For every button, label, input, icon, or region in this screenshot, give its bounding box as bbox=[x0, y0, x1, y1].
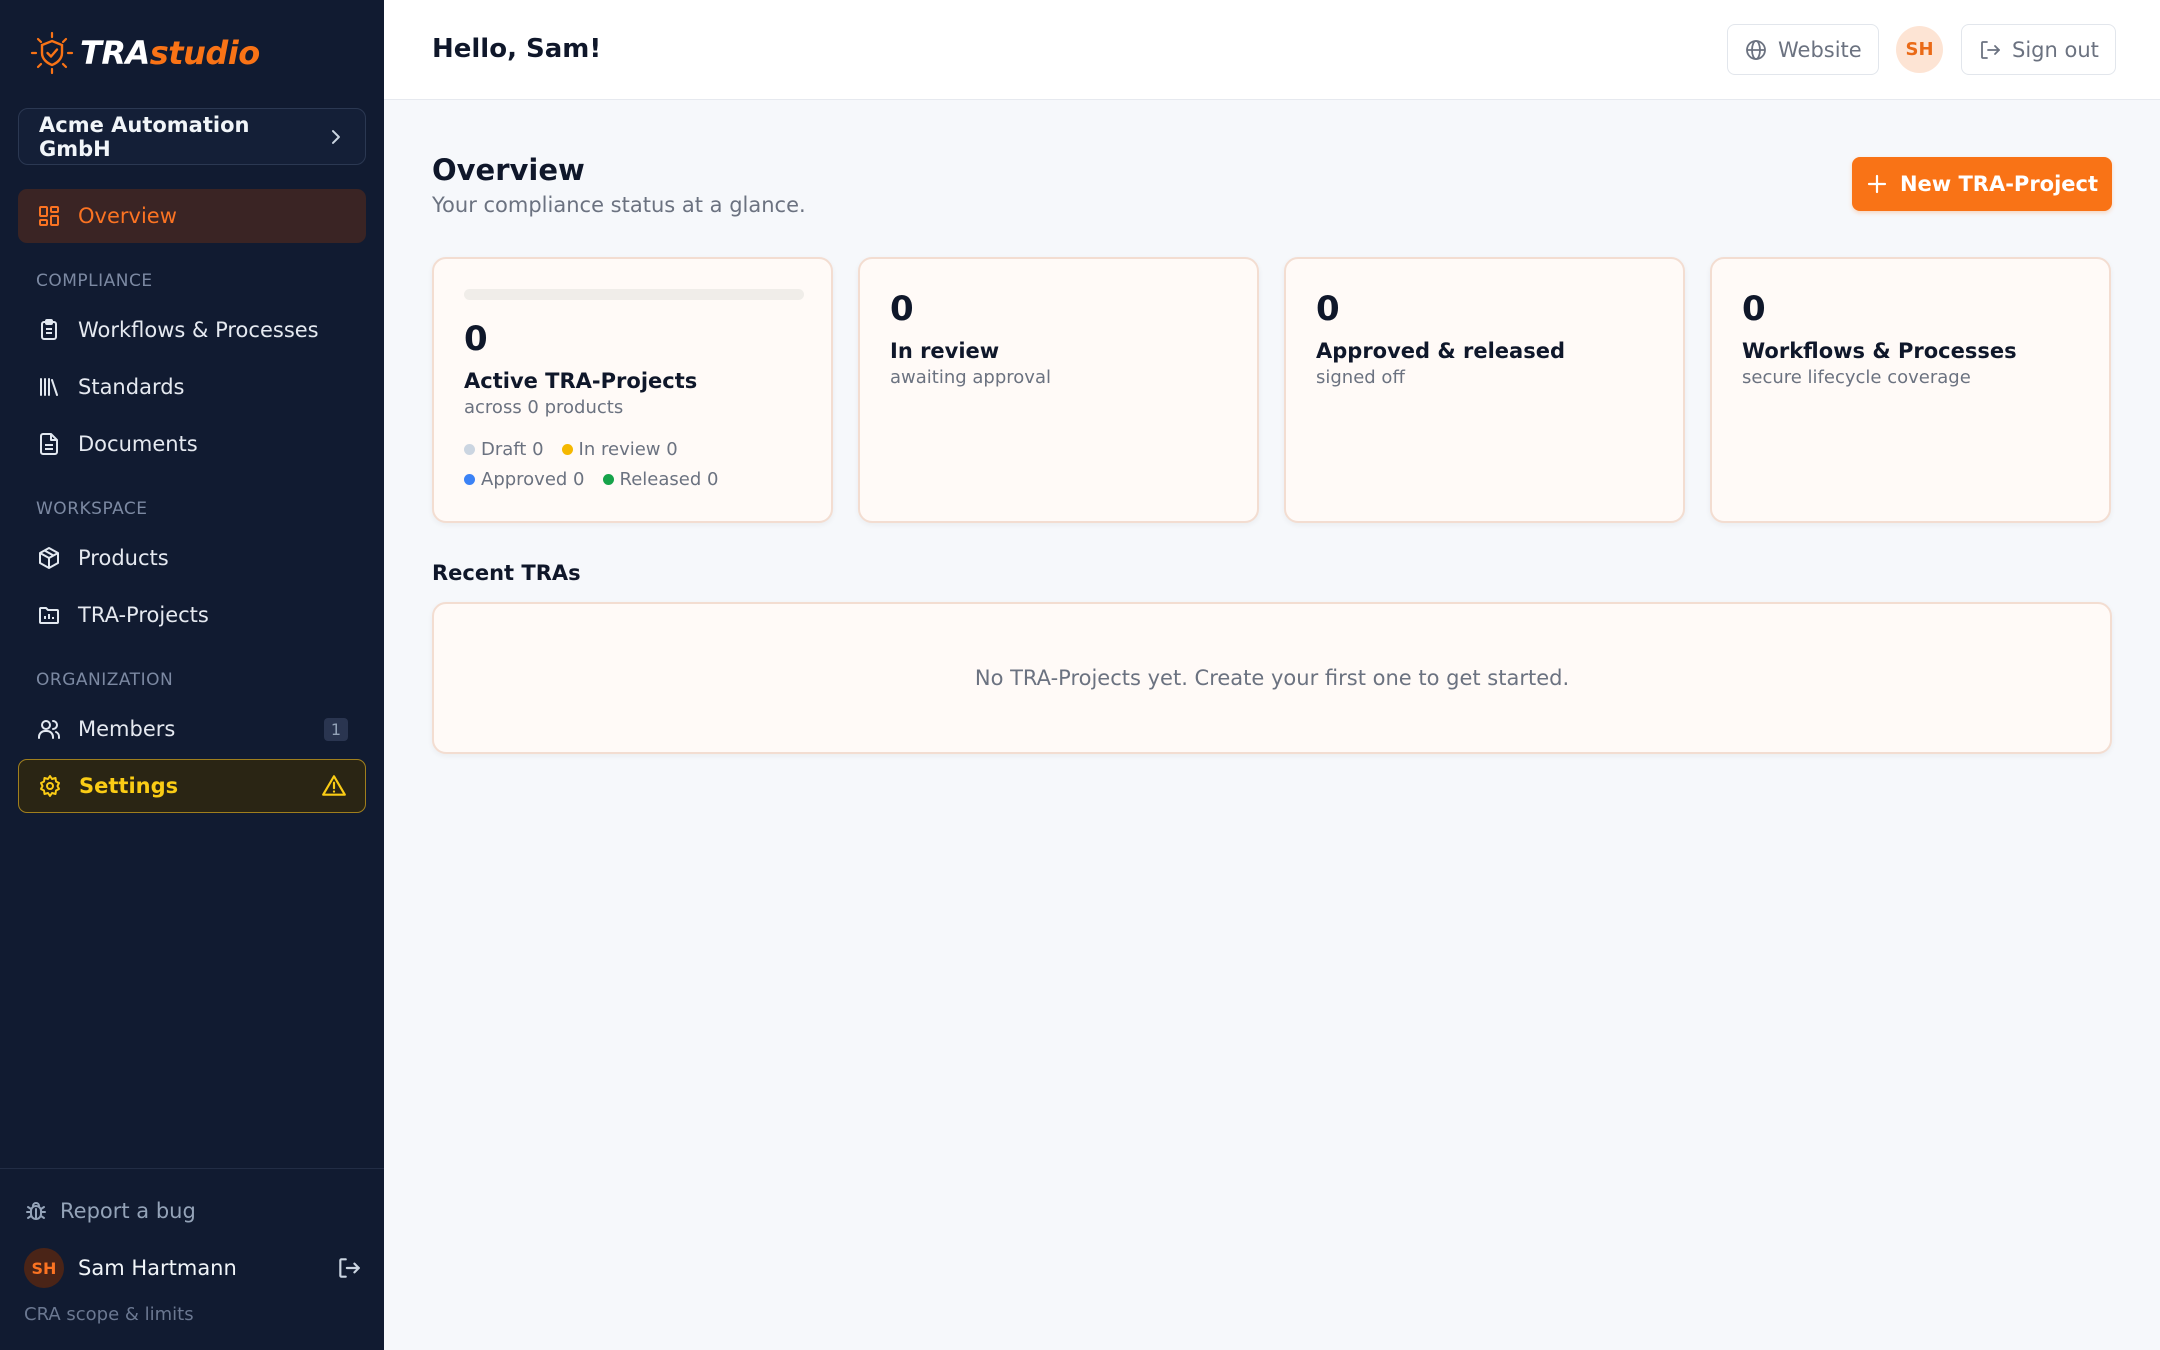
sidebar-item-label: Members bbox=[78, 717, 176, 741]
legend-approved: Approved 0 bbox=[481, 469, 585, 490]
page-title: Overview bbox=[432, 153, 585, 187]
avatar: SH bbox=[24, 1248, 64, 1288]
draft-dot bbox=[464, 444, 475, 455]
stat-sub: awaiting approval bbox=[890, 367, 1051, 388]
stat-card-active-projects[interactable]: 0 Active TRA-Projects across 0 products … bbox=[432, 257, 833, 523]
sidebar-item-standards[interactable]: Standards bbox=[18, 360, 366, 414]
stat-label: Active TRA-Projects bbox=[464, 369, 698, 393]
sidebar-item-overview[interactable]: Overview bbox=[18, 189, 366, 243]
stat-value: 0 bbox=[1316, 289, 1340, 329]
sign-out-icon bbox=[1981, 40, 2000, 59]
sidebar-item-label: Settings bbox=[79, 774, 179, 798]
warning-triangle-icon bbox=[322, 775, 346, 796]
sign-out-button[interactable]: Sign out bbox=[1961, 24, 2116, 75]
dashboard-grid-icon bbox=[36, 203, 62, 229]
sidebar-item-members[interactable]: Members 1 bbox=[18, 702, 366, 756]
sign-out-label: Sign out bbox=[2012, 37, 2099, 62]
report-bug-label: Report a bug bbox=[60, 1199, 196, 1223]
website-button[interactable]: Website bbox=[1727, 24, 1879, 75]
legend-draft: Draft 0 bbox=[481, 439, 544, 460]
sidebar-item-label: Documents bbox=[78, 432, 198, 456]
page-subtitle: Your compliance status at a glance. bbox=[432, 193, 806, 217]
cra-scope-link[interactable]: CRA scope & limits bbox=[24, 1304, 194, 1325]
greeting: Hello, Sam! bbox=[432, 34, 602, 64]
stat-card-in-review[interactable]: 0 In review awaiting approval bbox=[858, 257, 1259, 523]
sidebar-item-label: TRA-Projects bbox=[78, 603, 209, 627]
new-tra-project-label: New TRA-Project bbox=[1899, 172, 2099, 196]
report-bug-link[interactable]: Report a bug bbox=[24, 1199, 196, 1223]
org-switcher[interactable]: Acme Automation GmbH bbox=[18, 108, 366, 165]
clipboard-list-icon bbox=[36, 317, 62, 343]
status-legend-row-1: Draft 0 In review 0 bbox=[464, 439, 696, 460]
empty-state-message: No TRA-Projects yet. Create your first o… bbox=[974, 666, 1570, 690]
stat-label: Approved & released bbox=[1316, 339, 1565, 363]
stat-label: In review bbox=[890, 339, 1000, 363]
avatar[interactable]: SH bbox=[1896, 26, 1943, 73]
plus-icon bbox=[1867, 174, 1887, 194]
user-name: Sam Hartmann bbox=[78, 1256, 237, 1280]
in-review-dot bbox=[561, 444, 573, 455]
stat-value: 0 bbox=[890, 289, 914, 329]
status-legend-row-2: Approved 0 Released 0 bbox=[464, 469, 736, 490]
shield-logo-icon bbox=[30, 31, 74, 75]
sidebar-item-workflows[interactable]: Workflows & Processes bbox=[18, 303, 366, 357]
globe-icon bbox=[1746, 39, 1766, 60]
section-label-organization: ORGANIZATION bbox=[36, 670, 174, 690]
bug-icon bbox=[26, 1202, 46, 1220]
approved-dot bbox=[464, 474, 475, 485]
sidebar-item-settings[interactable]: Settings bbox=[18, 759, 366, 813]
recent-tras-heading: Recent TRAs bbox=[432, 561, 581, 585]
sidebar: TRAstudio Acme Automation GmbH Overview … bbox=[0, 0, 384, 1350]
stat-value: 0 bbox=[1742, 289, 1766, 329]
user-profile[interactable]: SH Sam Hartmann bbox=[24, 1247, 362, 1289]
brand-logo[interactable]: TRAstudio bbox=[30, 28, 260, 78]
section-label-workspace: WORKSPACE bbox=[36, 499, 148, 519]
sidebar-item-label: Standards bbox=[78, 375, 185, 399]
sidebar-item-label: Products bbox=[78, 546, 169, 570]
folder-chart-icon bbox=[36, 602, 62, 628]
sidebar-item-label: Overview bbox=[78, 204, 177, 228]
sidebar-item-products[interactable]: Products bbox=[18, 531, 366, 585]
brand-name-part1: TRA bbox=[80, 34, 150, 72]
recent-tras-empty-state: No TRA-Projects yet. Create your first o… bbox=[432, 602, 2112, 754]
chevron-right-icon bbox=[332, 129, 341, 144]
stat-sub: secure lifecycle coverage bbox=[1742, 367, 1971, 388]
legend-released: Released 0 bbox=[619, 469, 719, 490]
sidebar-item-documents[interactable]: Documents bbox=[18, 417, 366, 471]
sidebar-footer: Report a bug SH Sam Hartmann CRA scope &… bbox=[0, 1168, 384, 1350]
brand-name-part2: studio bbox=[149, 34, 260, 72]
brand-name: TRAstudio bbox=[80, 34, 260, 72]
gear-icon bbox=[37, 773, 63, 799]
released-dot bbox=[602, 474, 614, 485]
stat-card-workflows[interactable]: 0 Workflows & Processes secure lifecycle… bbox=[1710, 257, 2111, 523]
library-icon bbox=[36, 374, 62, 400]
members-count-badge: 1 bbox=[323, 717, 348, 741]
top-bar: Hello, Sam! Website SH Sign out bbox=[384, 0, 2160, 100]
stat-label: Workflows & Processes bbox=[1742, 339, 2017, 363]
logout-icon[interactable] bbox=[336, 1255, 362, 1281]
status-progress-bar bbox=[464, 289, 804, 300]
stat-card-approved-released[interactable]: 0 Approved & released signed off bbox=[1284, 257, 1685, 523]
stat-sub: across 0 products bbox=[464, 397, 624, 418]
file-text-icon bbox=[36, 431, 62, 457]
sidebar-item-label: Workflows & Processes bbox=[78, 318, 319, 342]
stat-sub: signed off bbox=[1316, 367, 1405, 388]
stat-value: 0 bbox=[464, 319, 488, 359]
new-tra-project-button[interactable]: New TRA-Project bbox=[1852, 157, 2112, 211]
sidebar-item-tra-projects[interactable]: TRA-Projects bbox=[18, 588, 366, 642]
section-label-compliance: COMPLIANCE bbox=[36, 271, 153, 291]
legend-in-review: In review 0 bbox=[578, 439, 678, 460]
package-icon bbox=[36, 545, 62, 571]
website-label: Website bbox=[1778, 37, 1862, 62]
org-name: Acme Automation GmbH bbox=[39, 112, 250, 161]
users-icon bbox=[36, 716, 62, 742]
